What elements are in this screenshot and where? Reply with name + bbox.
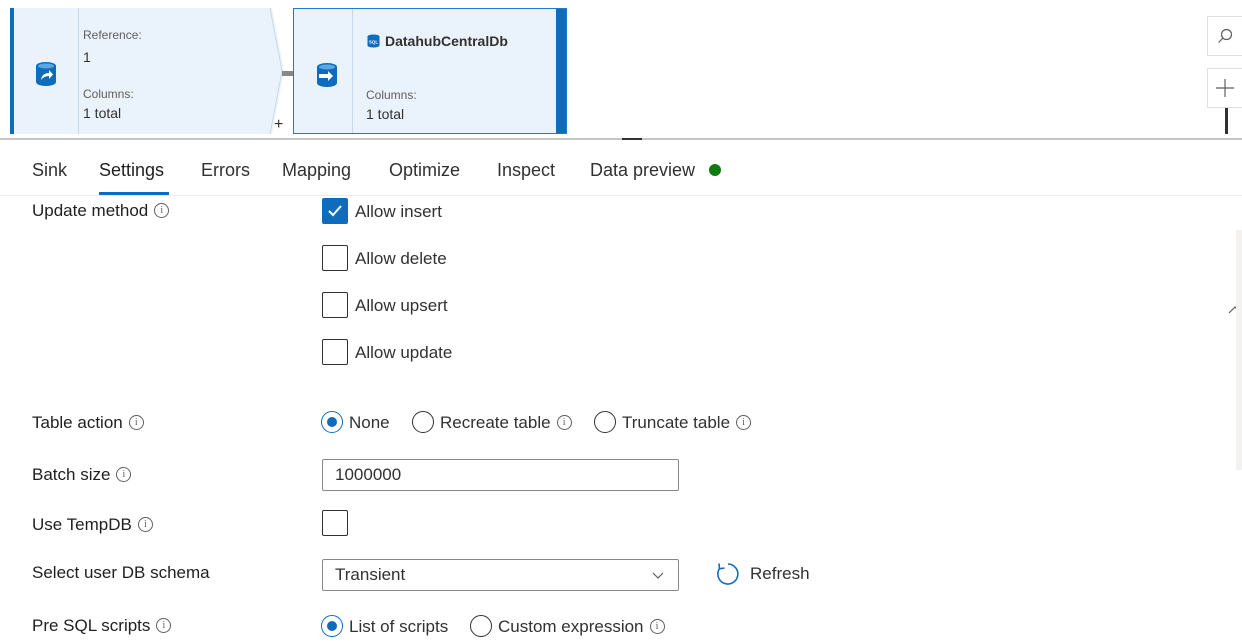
canvas-zoom-in-button[interactable]: [1207, 68, 1242, 108]
canvas-search-button[interactable]: [1207, 16, 1242, 56]
user-db-schema-value: Transient: [335, 565, 406, 584]
pre-sql-custom-radio[interactable]: [470, 615, 492, 637]
use-tempdb-text: Use TempDB: [32, 515, 132, 534]
recreate-table-text: Recreate table: [440, 413, 551, 432]
pre-sql-list-label: List of scripts: [349, 617, 449, 636]
allow-upsert-checkbox[interactable]: [322, 292, 348, 318]
panel-resize-handle[interactable]: [622, 138, 642, 140]
plus-icon: [1216, 79, 1234, 97]
info-icon[interactable]: i: [154, 203, 170, 218]
info-icon[interactable]: i: [116, 467, 132, 482]
table-action-text: Table action: [32, 413, 123, 432]
tab-inspect[interactable]: Inspect: [497, 160, 555, 181]
panel-splitter[interactable]: [0, 138, 1242, 140]
allow-insert-label: Allow insert: [355, 202, 442, 221]
update-method-text: Update method: [32, 201, 149, 220]
info-icon[interactable]: i: [128, 415, 144, 430]
source-columns-label: Columns:: [83, 87, 134, 101]
database-import-icon: [317, 63, 337, 87]
svg-text:SQL: SQL: [369, 40, 379, 45]
tab-optimize[interactable]: Optimize: [389, 160, 460, 181]
allow-delete-checkbox[interactable]: [322, 245, 348, 271]
checkmark-icon: [328, 205, 342, 217]
source-node-icon-column: [14, 8, 79, 134]
database-export-icon: [36, 62, 56, 86]
add-transformation-button[interactable]: +: [274, 116, 283, 134]
info-icon[interactable]: i: [649, 619, 665, 634]
refresh-label: Refresh: [750, 564, 810, 583]
sink-node-title: DatahubCentralDb: [385, 33, 508, 49]
batch-size-input[interactable]: 1000000: [322, 459, 679, 491]
truncate-table-text: Truncate table: [622, 413, 731, 432]
sink-node[interactable]: SQL DatahubCentralDb Columns: 1 total: [293, 8, 567, 134]
tab-mapping[interactable]: Mapping: [282, 160, 351, 181]
source-columns-value: 1 total: [83, 105, 122, 121]
table-action-recreate-radio[interactable]: [412, 411, 434, 433]
sql-database-icon: SQL: [367, 34, 380, 48]
table-action-recreate-label: Recreate table i: [440, 413, 572, 433]
sink-node-accent: [556, 9, 566, 133]
active-tab-indicator: [99, 192, 169, 195]
user-db-schema-label: Select user DB schema: [32, 563, 210, 582]
use-tempdb-checkbox[interactable]: [322, 510, 348, 536]
table-action-none-label: None: [349, 413, 390, 432]
pre-sql-scripts-label: Pre SQL scripts i: [32, 616, 172, 636]
batch-size-text: Batch size: [32, 465, 111, 484]
canvas-scroll-handle[interactable]: [1225, 108, 1228, 134]
dataflow-canvas[interactable]: Reference: 1 Columns: 1 total + SQL Data…: [0, 0, 1242, 140]
info-icon[interactable]: i: [156, 618, 172, 633]
tab-data-preview-label: Data preview: [590, 160, 696, 180]
update-method-label: Update method i: [32, 201, 170, 221]
reference-label: Reference:: [83, 28, 142, 42]
refresh-schema-button[interactable]: Refresh: [716, 562, 810, 586]
info-icon[interactable]: i: [736, 415, 752, 430]
tab-data-preview[interactable]: Data preview: [590, 160, 722, 181]
info-icon[interactable]: i: [556, 415, 572, 430]
table-action-label: Table action i: [32, 413, 144, 433]
source-node[interactable]: Reference: 1 Columns: 1 total: [10, 8, 272, 134]
table-action-truncate-label: Truncate table i: [622, 413, 752, 433]
allow-upsert-label: Allow upsert: [355, 296, 448, 315]
refresh-icon: [717, 563, 739, 585]
batch-size-label: Batch size i: [32, 465, 132, 485]
tab-settings[interactable]: Settings: [99, 160, 164, 181]
sink-columns-value: 1 total: [366, 106, 405, 122]
tab-errors[interactable]: Errors: [201, 160, 250, 181]
pre-sql-list-radio[interactable]: [321, 615, 343, 637]
properties-tab-bar: Sink Settings Errors Mapping Optimize In…: [0, 142, 1242, 314]
sink-node-icon-column: [294, 9, 353, 133]
allow-delete-label: Allow delete: [355, 249, 447, 268]
pre-sql-custom-label: Custom expression i: [498, 617, 665, 637]
allow-update-checkbox[interactable]: [322, 339, 348, 365]
status-dot-icon: [709, 164, 722, 177]
user-db-schema-select[interactable]: Transient: [322, 559, 679, 591]
custom-expression-text: Custom expression: [498, 617, 644, 636]
chevron-down-icon: [652, 560, 664, 600]
use-tempdb-label: Use TempDB i: [32, 515, 153, 535]
panel-scrollbar[interactable]: [1236, 230, 1242, 470]
info-icon[interactable]: i: [137, 517, 153, 532]
reference-value: 1: [83, 49, 91, 65]
sink-columns-label: Columns:: [366, 88, 417, 102]
search-icon: [1218, 28, 1233, 43]
table-action-truncate-radio[interactable]: [594, 411, 616, 433]
pre-sql-scripts-text: Pre SQL scripts: [32, 616, 151, 635]
allow-update-label: Allow update: [355, 343, 453, 362]
allow-insert-checkbox[interactable]: [322, 198, 348, 224]
tab-sink[interactable]: Sink: [32, 160, 67, 181]
table-action-none-radio[interactable]: [321, 411, 343, 433]
